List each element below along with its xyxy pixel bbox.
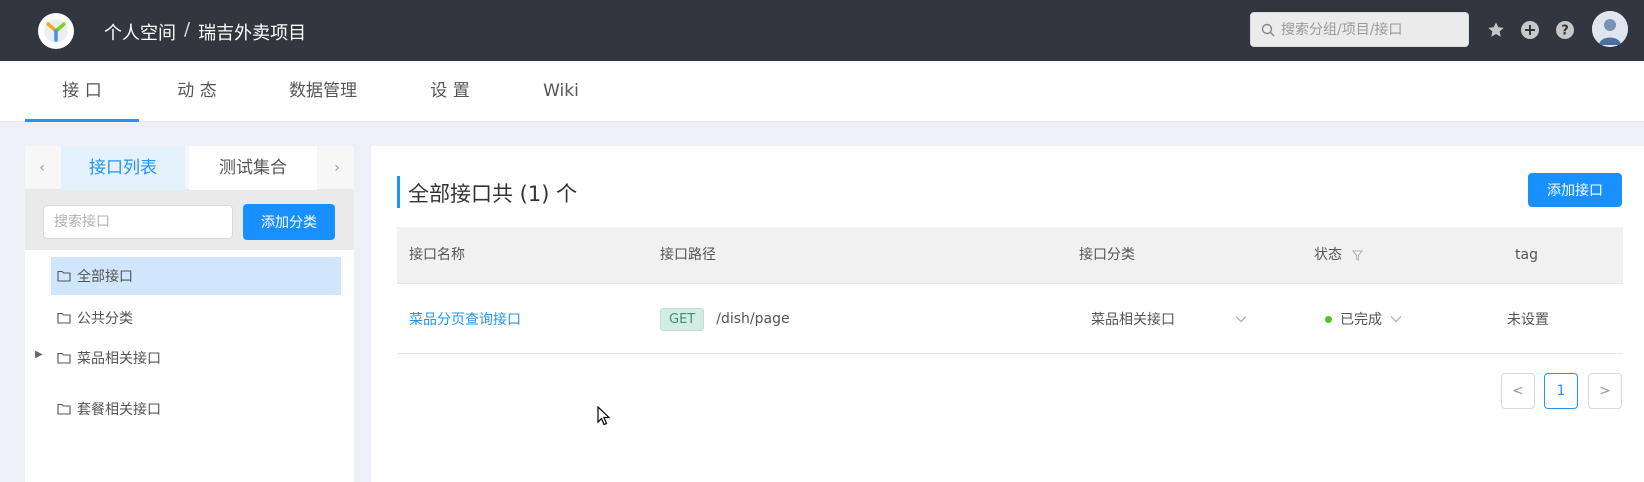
breadcrumb-project[interactable]: 瑞吉外卖项目 <box>198 19 306 45</box>
svg-text:?: ? <box>1561 24 1569 39</box>
column-path[interactable]: 接口路径 <box>660 227 716 284</box>
column-status[interactable]: 状态 <box>1314 227 1363 284</box>
tab-activity[interactable]: 动 态 <box>152 61 242 122</box>
title-accent <box>397 176 400 208</box>
tabs-prev-icon[interactable]: ‹ <box>25 146 59 190</box>
pagination-prev-button[interactable]: < <box>1501 373 1535 409</box>
folder-icon <box>57 403 71 415</box>
pagination-next-button[interactable]: > <box>1588 373 1622 409</box>
method-badge: GET <box>660 307 705 331</box>
app-logo[interactable] <box>38 13 74 49</box>
tab-interfaces[interactable]: 接 口 <box>25 61 139 122</box>
mouse-cursor-icon <box>597 406 611 426</box>
add-category-button[interactable]: 添加分类 <box>243 204 335 240</box>
breadcrumb-personal-space[interactable]: 个人空间 <box>104 19 176 45</box>
breadcrumb-separator: / <box>184 19 191 40</box>
category-label: 套餐相关接口 <box>77 402 161 418</box>
search-icon <box>1261 23 1275 36</box>
interface-list-panel: 全部接口共 (1) 个 添加接口 接口名称 接口路径 接口分类 状态 tag 菜… <box>371 146 1644 482</box>
sidebar-tabs: ‹ 接口列表 测试集合 › <box>25 146 354 190</box>
interface-path: /dish/page <box>716 311 790 327</box>
table-header: 接口名称 接口路径 接口分类 状态 tag <box>397 227 1623 284</box>
star-icon[interactable] <box>1485 19 1507 41</box>
tag-cell: 未设置 <box>1507 312 1549 328</box>
interface-path-cell: GET /dish/page <box>660 284 790 354</box>
column-category[interactable]: 接口分类 <box>1079 227 1135 284</box>
avatar[interactable] <box>1592 11 1628 47</box>
category-label: 全部接口 <box>77 269 133 285</box>
column-tag: tag <box>1515 247 1538 263</box>
interface-sidebar: ‹ 接口列表 测试集合 › 添加分类 全部接口 公共分类 ▶ 菜品相关接口 套餐… <box>25 146 354 482</box>
tab-test-collection[interactable]: 测试集合 <box>189 146 317 190</box>
tab-settings[interactable]: 设 置 <box>405 61 495 122</box>
category-public[interactable]: 公共分类 <box>51 299 341 337</box>
status-dot <box>1325 315 1332 323</box>
tab-interface-list[interactable]: 接口列表 <box>61 146 185 190</box>
breadcrumb: 个人空间 / 瑞吉外卖项目 <box>104 19 306 45</box>
page-title: 全部接口共 (1) 个 <box>408 182 578 206</box>
column-status-label: 状态 <box>1314 247 1342 263</box>
logo-icon <box>44 19 68 43</box>
column-name[interactable]: 接口名称 <box>409 227 465 284</box>
category-label: 菜品相关接口 <box>77 351 161 367</box>
folder-icon <box>57 312 71 324</box>
chevron-down-icon <box>1390 316 1402 323</box>
help-icon[interactable]: ? <box>1554 19 1576 41</box>
global-search[interactable] <box>1250 12 1469 47</box>
tabs-next-icon[interactable]: › <box>320 146 354 190</box>
folder-icon <box>57 270 71 282</box>
tab-wiki[interactable]: Wiki <box>525 61 597 122</box>
status-select[interactable]: 已完成 <box>1325 284 1402 354</box>
tab-data-management[interactable]: 数据管理 <box>272 61 374 122</box>
pagination-page-1[interactable]: 1 <box>1544 373 1578 409</box>
folder-icon <box>57 352 71 364</box>
interface-name-link[interactable]: 菜品分页查询接口 <box>409 284 521 354</box>
category-all[interactable]: 全部接口 <box>51 257 341 295</box>
plus-circle-icon[interactable] <box>1519 19 1541 41</box>
table-row: 菜品分页查询接口 GET /dish/page 菜品相关接口 已完成 未设置 <box>397 284 1623 354</box>
active-tab-indicator <box>25 119 139 122</box>
filter-icon[interactable] <box>1352 250 1363 261</box>
category-select[interactable]: 菜品相关接口 <box>1091 284 1247 354</box>
category-label: 公共分类 <box>77 311 133 327</box>
global-search-input[interactable] <box>1281 21 1461 38</box>
expand-caret-icon[interactable]: ▶ <box>35 349 43 360</box>
top-header: 个人空间 / 瑞吉外卖项目 ? <box>0 0 1644 61</box>
chevron-down-icon <box>1235 316 1247 323</box>
status-select-value: 已完成 <box>1340 312 1382 328</box>
project-tabs: 接 口 动 态 数据管理 设 置 Wiki <box>0 61 1644 122</box>
category-dish[interactable]: 菜品相关接口 <box>51 339 341 377</box>
add-interface-button[interactable]: 添加接口 <box>1528 173 1622 207</box>
category-setmeal[interactable]: 套餐相关接口 <box>51 390 341 428</box>
category-select-value: 菜品相关接口 <box>1091 312 1175 328</box>
interface-search-input[interactable] <box>43 205 233 239</box>
